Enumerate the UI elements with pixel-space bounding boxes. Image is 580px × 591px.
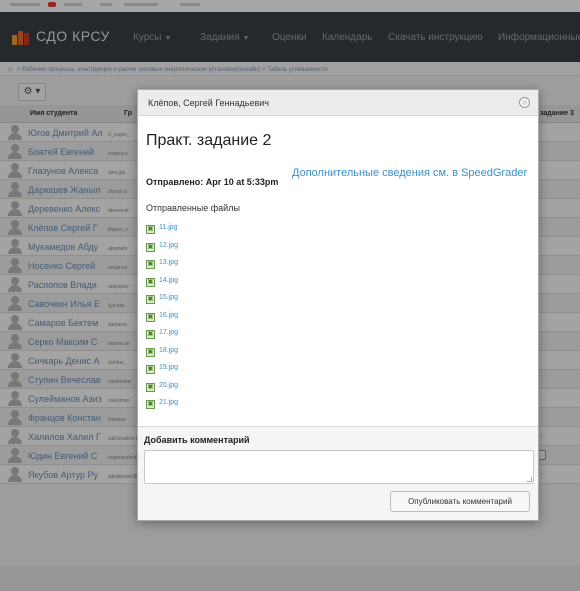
publish-comment-button[interactable]: Опубликовать комментарий [390, 491, 530, 512]
file-link[interactable]: 18.jpg [159, 347, 178, 354]
file-link[interactable]: 14.jpg [159, 277, 178, 284]
resize-grip-icon[interactable] [527, 477, 532, 482]
assignment-title: Практ. задание 2 [146, 132, 272, 149]
file-link[interactable]: 12.jpg [159, 242, 178, 249]
file-link[interactable]: 19.jpg [159, 364, 178, 371]
file-link[interactable]: 16.jpg [159, 312, 178, 319]
image-file-icon: ▣ [146, 382, 155, 392]
comment-input[interactable] [144, 450, 534, 484]
submitted-files-label: Отправленные файлы [146, 203, 240, 213]
image-file-icon: ▣ [146, 295, 155, 304]
image-file-icon: ▣ [146, 242, 155, 252]
speedgrader-link[interactable]: Дополнительные сведения см. в SpeedGrade… [292, 167, 527, 179]
file-link[interactable]: 11.jpg [159, 224, 178, 231]
file-link[interactable]: 21.jpg [159, 399, 178, 406]
image-file-icon: ▣ [146, 312, 155, 322]
image-file-icon: ▣ [146, 347, 155, 357]
image-file-icon: ▣ [146, 225, 155, 234]
add-comment-label: Добавить комментарий [144, 435, 250, 445]
submission-dialog: Клёпов, Сергей Геннадьевич ○ Практ. зада… [137, 89, 539, 521]
file-link[interactable]: 17.jpg [159, 329, 178, 336]
close-icon[interactable]: ○ [519, 97, 530, 108]
image-file-icon: ▣ [146, 400, 155, 409]
file-link[interactable]: 13.jpg [159, 259, 178, 266]
submitted-timestamp: Отправлено: Apr 10 at 5:33pm [146, 177, 279, 187]
image-file-icon: ▣ [146, 365, 155, 374]
file-link[interactable]: 15.jpg [159, 294, 178, 301]
comment-section: Добавить комментарий Опубликовать коммен… [138, 426, 538, 520]
dialog-title: Клёпов, Сергей Геннадьевич [138, 90, 538, 116]
gradebook-page: СДО КРСУ Курсы ▼ Задания ▼ Оценки Календар… [0, 0, 580, 591]
file-link[interactable]: 20.jpg [159, 382, 178, 389]
image-file-icon: ▣ [146, 330, 155, 339]
image-file-icon: ▣ [146, 277, 155, 287]
image-file-icon: ▣ [146, 260, 155, 269]
dialog-body: Практ. задание 2 Отправлено: Apr 10 at 5… [138, 116, 538, 426]
